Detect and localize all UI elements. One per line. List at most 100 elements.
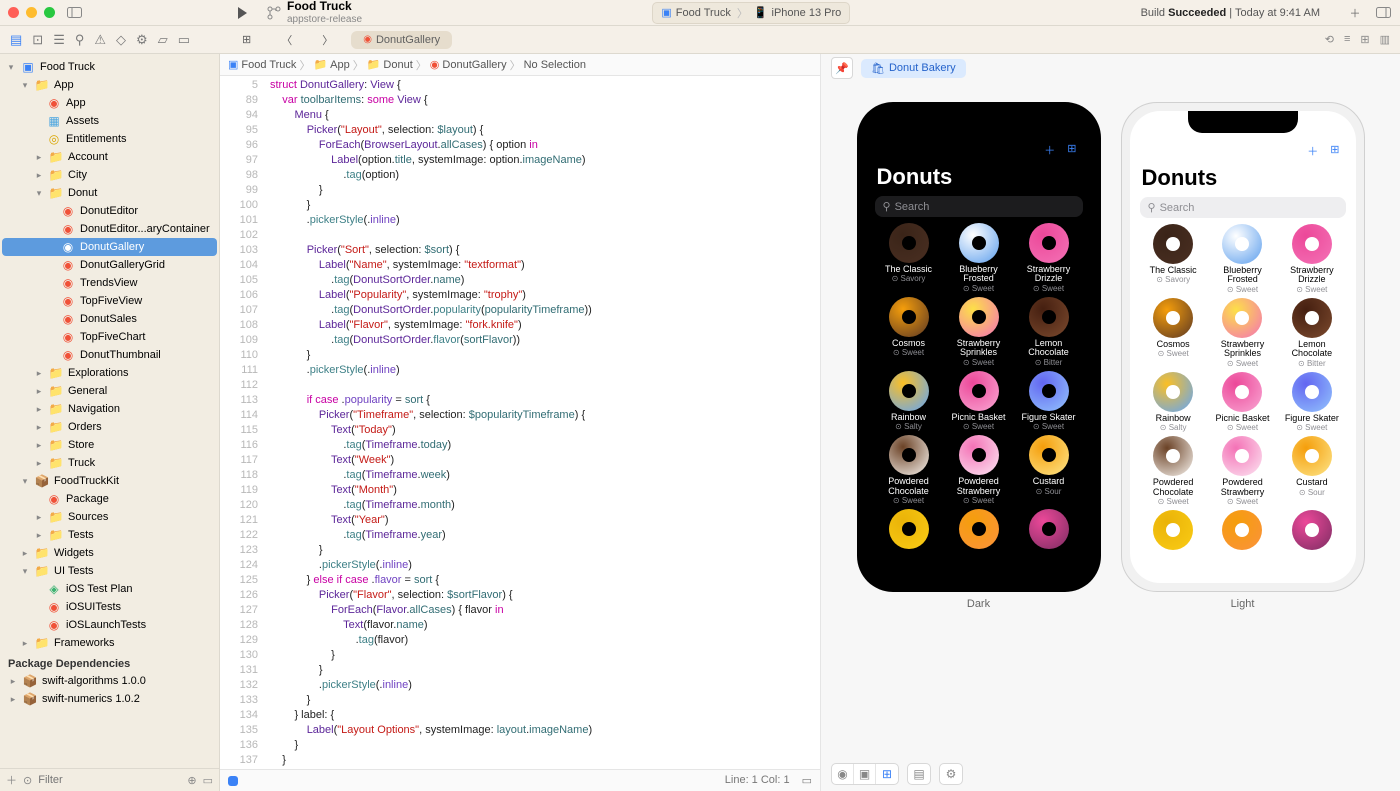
file-app[interactable]: ◉App [2,94,217,112]
dep-swift-numerics[interactable]: ▸📦swift-numerics 1.0.2 [2,690,217,708]
folder-store[interactable]: ▸📁Store [2,436,217,454]
folder-orders[interactable]: ▸📁Orders [2,418,217,436]
variants-icon[interactable]: ⊞ [876,764,898,784]
donut-cell[interactable]: Strawberry Drizzle⊙ Sweet [1015,223,1083,293]
forward-icon[interactable]: 〉 [310,29,345,51]
minimap-icon[interactable]: ▭ [802,774,812,787]
file-assets[interactable]: ▦Assets [2,112,217,130]
jumpbar-selection[interactable]: No Selection [524,59,586,71]
grid-icon[interactable]: ⊞ [1330,143,1339,159]
donut-cell[interactable]: Strawberry Drizzle⊙ Sweet [1278,224,1345,294]
package-foodtruckkit[interactable]: ▾📦FoodTruckKit [2,472,217,490]
zoom-window[interactable] [44,7,55,18]
file-iosuitests[interactable]: ◉iOSUITests [2,598,217,616]
donut-cell[interactable]: Blueberry Frosted⊙ Sweet [945,223,1013,293]
issue-nav-icon[interactable]: ⚠ [94,32,106,48]
file-donutsales[interactable]: ◉DonutSales [2,310,217,328]
dep-swift-algorithms[interactable]: ▸📦swift-algorithms 1.0.0 [2,672,217,690]
project-navigator[interactable]: ▾▣Food Truck ▾📁App ◉App ▦Assets ◎Entitle… [0,54,219,768]
folder-donut[interactable]: ▾📁Donut [2,184,217,202]
project-title[interactable]: Food Truck appstore-release [267,0,362,24]
donut-cell[interactable]: The Classic⊙ Savory [875,223,943,293]
donut-cell[interactable] [1015,509,1083,551]
related-items-icon[interactable]: ⊞ [230,30,263,49]
minimize-window[interactable] [26,7,37,18]
scm-filter-icon[interactable]: ▭ [203,774,213,787]
breakpoint-nav-icon[interactable]: ▱ [158,32,168,48]
source-text[interactable]: struct DonutGallery: View { var toolbarI… [264,76,820,769]
file-donutgallerygrid[interactable]: ◉DonutGalleryGrid [2,256,217,274]
folder-navigation[interactable]: ▸📁Navigation [2,400,217,418]
file-entitlements[interactable]: ◎Entitlements [2,130,217,148]
donut-cell[interactable]: Lemon Chocolate⊙ Bitter [1015,297,1083,367]
folder-explorations[interactable]: ▸📁Explorations [2,364,217,382]
back-icon[interactable]: 〈 [269,29,304,51]
find-nav-icon[interactable]: ⚲ [75,32,85,48]
file-donuteditor-container[interactable]: ◉DonutEditor...aryContainer [2,220,217,238]
donut-cell[interactable] [1278,510,1345,552]
preview-selector[interactable]: 🛍 Donut Bakery [861,59,966,78]
test-nav-icon[interactable]: ◇ [116,32,126,48]
donut-cell[interactable]: Cosmos⊙ Sweet [1140,298,1207,368]
donut-cell[interactable] [1209,510,1276,552]
add-icon[interactable]: ＋ [1307,143,1318,159]
folder-app[interactable]: ▾📁App [2,76,217,94]
inspector-toggle-icon[interactable]: ▥ [1380,33,1390,46]
donut-cell[interactable]: Rainbow⊙ Salty [1140,372,1207,432]
pin-preview-icon[interactable]: 📌 [831,57,853,79]
refresh-icon[interactable]: ⟲ [1325,33,1334,46]
donut-cell[interactable]: Strawberry Sprinkles⊙ Sweet [1209,298,1276,368]
plus-icon[interactable]: ＋ [1346,4,1364,22]
preview-device-dark[interactable]: ＋⊞ Donuts ⚲Search The Classic⊙ SavoryBlu… [857,102,1101,592]
search-field[interactable]: ⚲Search [1140,197,1346,218]
jumpbar-folder-donut[interactable]: Donut [383,59,412,71]
code-editor[interactable]: 5899495969798991001011021031041051061071… [220,76,820,769]
recent-icon[interactable]: ⊕ [187,774,196,787]
file-ioslaunchtests[interactable]: ◉iOSLaunchTests [2,616,217,634]
scheme-selector[interactable]: ▣ Food Truck 〉 📱 iPhone 13 Pro [652,2,850,24]
jumpbar-project[interactable]: Food Truck [241,59,296,71]
donut-cell[interactable]: The Classic⊙ Savory [1140,224,1207,294]
add-editor-icon[interactable]: ⊞ [1360,33,1369,46]
donut-cell[interactable]: Picnic Basket⊙ Sweet [945,371,1013,431]
folder-sources[interactable]: ▸📁Sources [2,508,217,526]
donut-cell[interactable]: Powdered Chocolate⊙ Sweet [875,435,943,505]
folder-account[interactable]: ▸📁Account [2,148,217,166]
folder-city[interactable]: ▸📁City [2,166,217,184]
jump-bar[interactable]: ▣ Food Truck〉 📁App〉 📁Donut〉 ◉DonutGaller… [220,54,820,76]
device-settings-icon[interactable]: ▤ [908,764,930,784]
file-trendsview[interactable]: ◉TrendsView [2,274,217,292]
donut-cell[interactable]: Custard⊙ Sour [1015,435,1083,505]
source-control-nav-icon[interactable]: ⊡ [32,32,43,48]
donut-cell[interactable]: Figure Skater⊙ Sweet [1278,372,1345,432]
filter-input[interactable] [38,774,181,786]
folder-uitests[interactable]: ▾📁UI Tests [2,562,217,580]
donut-cell[interactable]: Strawberry Sprinkles⊙ Sweet [945,297,1013,367]
run-icon[interactable] [233,4,251,22]
donut-cell[interactable]: Blueberry Frosted⊙ Sweet [1209,224,1276,294]
jumpbar-file[interactable]: DonutGallery [442,59,506,71]
donut-cell[interactable]: Cosmos⊙ Sweet [875,297,943,367]
donut-cell[interactable]: Powdered Chocolate⊙ Sweet [1140,436,1207,506]
jumpbar-folder-app[interactable]: App [330,59,350,71]
donut-cell[interactable] [875,509,943,551]
project-root[interactable]: ▾▣Food Truck [2,58,217,76]
donut-cell[interactable]: Powdered Strawberry⊙ Sweet [945,435,1013,505]
donut-cell[interactable] [945,509,1013,551]
folder-tests[interactable]: ▸📁Tests [2,526,217,544]
file-donuteditor[interactable]: ◉DonutEditor [2,202,217,220]
debug-nav-icon[interactable]: ⚙ [136,32,148,48]
file-topfivechart[interactable]: ◉TopFiveChart [2,328,217,346]
report-nav-icon[interactable]: ▭ [178,32,190,48]
file-package[interactable]: ◉Package [2,490,217,508]
donut-cell[interactable]: Figure Skater⊙ Sweet [1015,371,1083,431]
close-window[interactable] [8,7,19,18]
live-icon[interactable]: ◉ [832,764,854,784]
donut-cell[interactable]: Powdered Strawberry⊙ Sweet [1209,436,1276,506]
folder-widgets[interactable]: ▸📁Widgets [2,544,217,562]
selectable-icon[interactable]: ▣ [854,764,876,784]
grid-icon[interactable]: ⊞ [1067,142,1076,158]
canvas-settings-icon[interactable]: ⚙ [940,764,962,784]
filter-scope-icon[interactable]: ⊙ [23,774,32,787]
symbol-nav-icon[interactable]: ☰ [53,32,65,48]
